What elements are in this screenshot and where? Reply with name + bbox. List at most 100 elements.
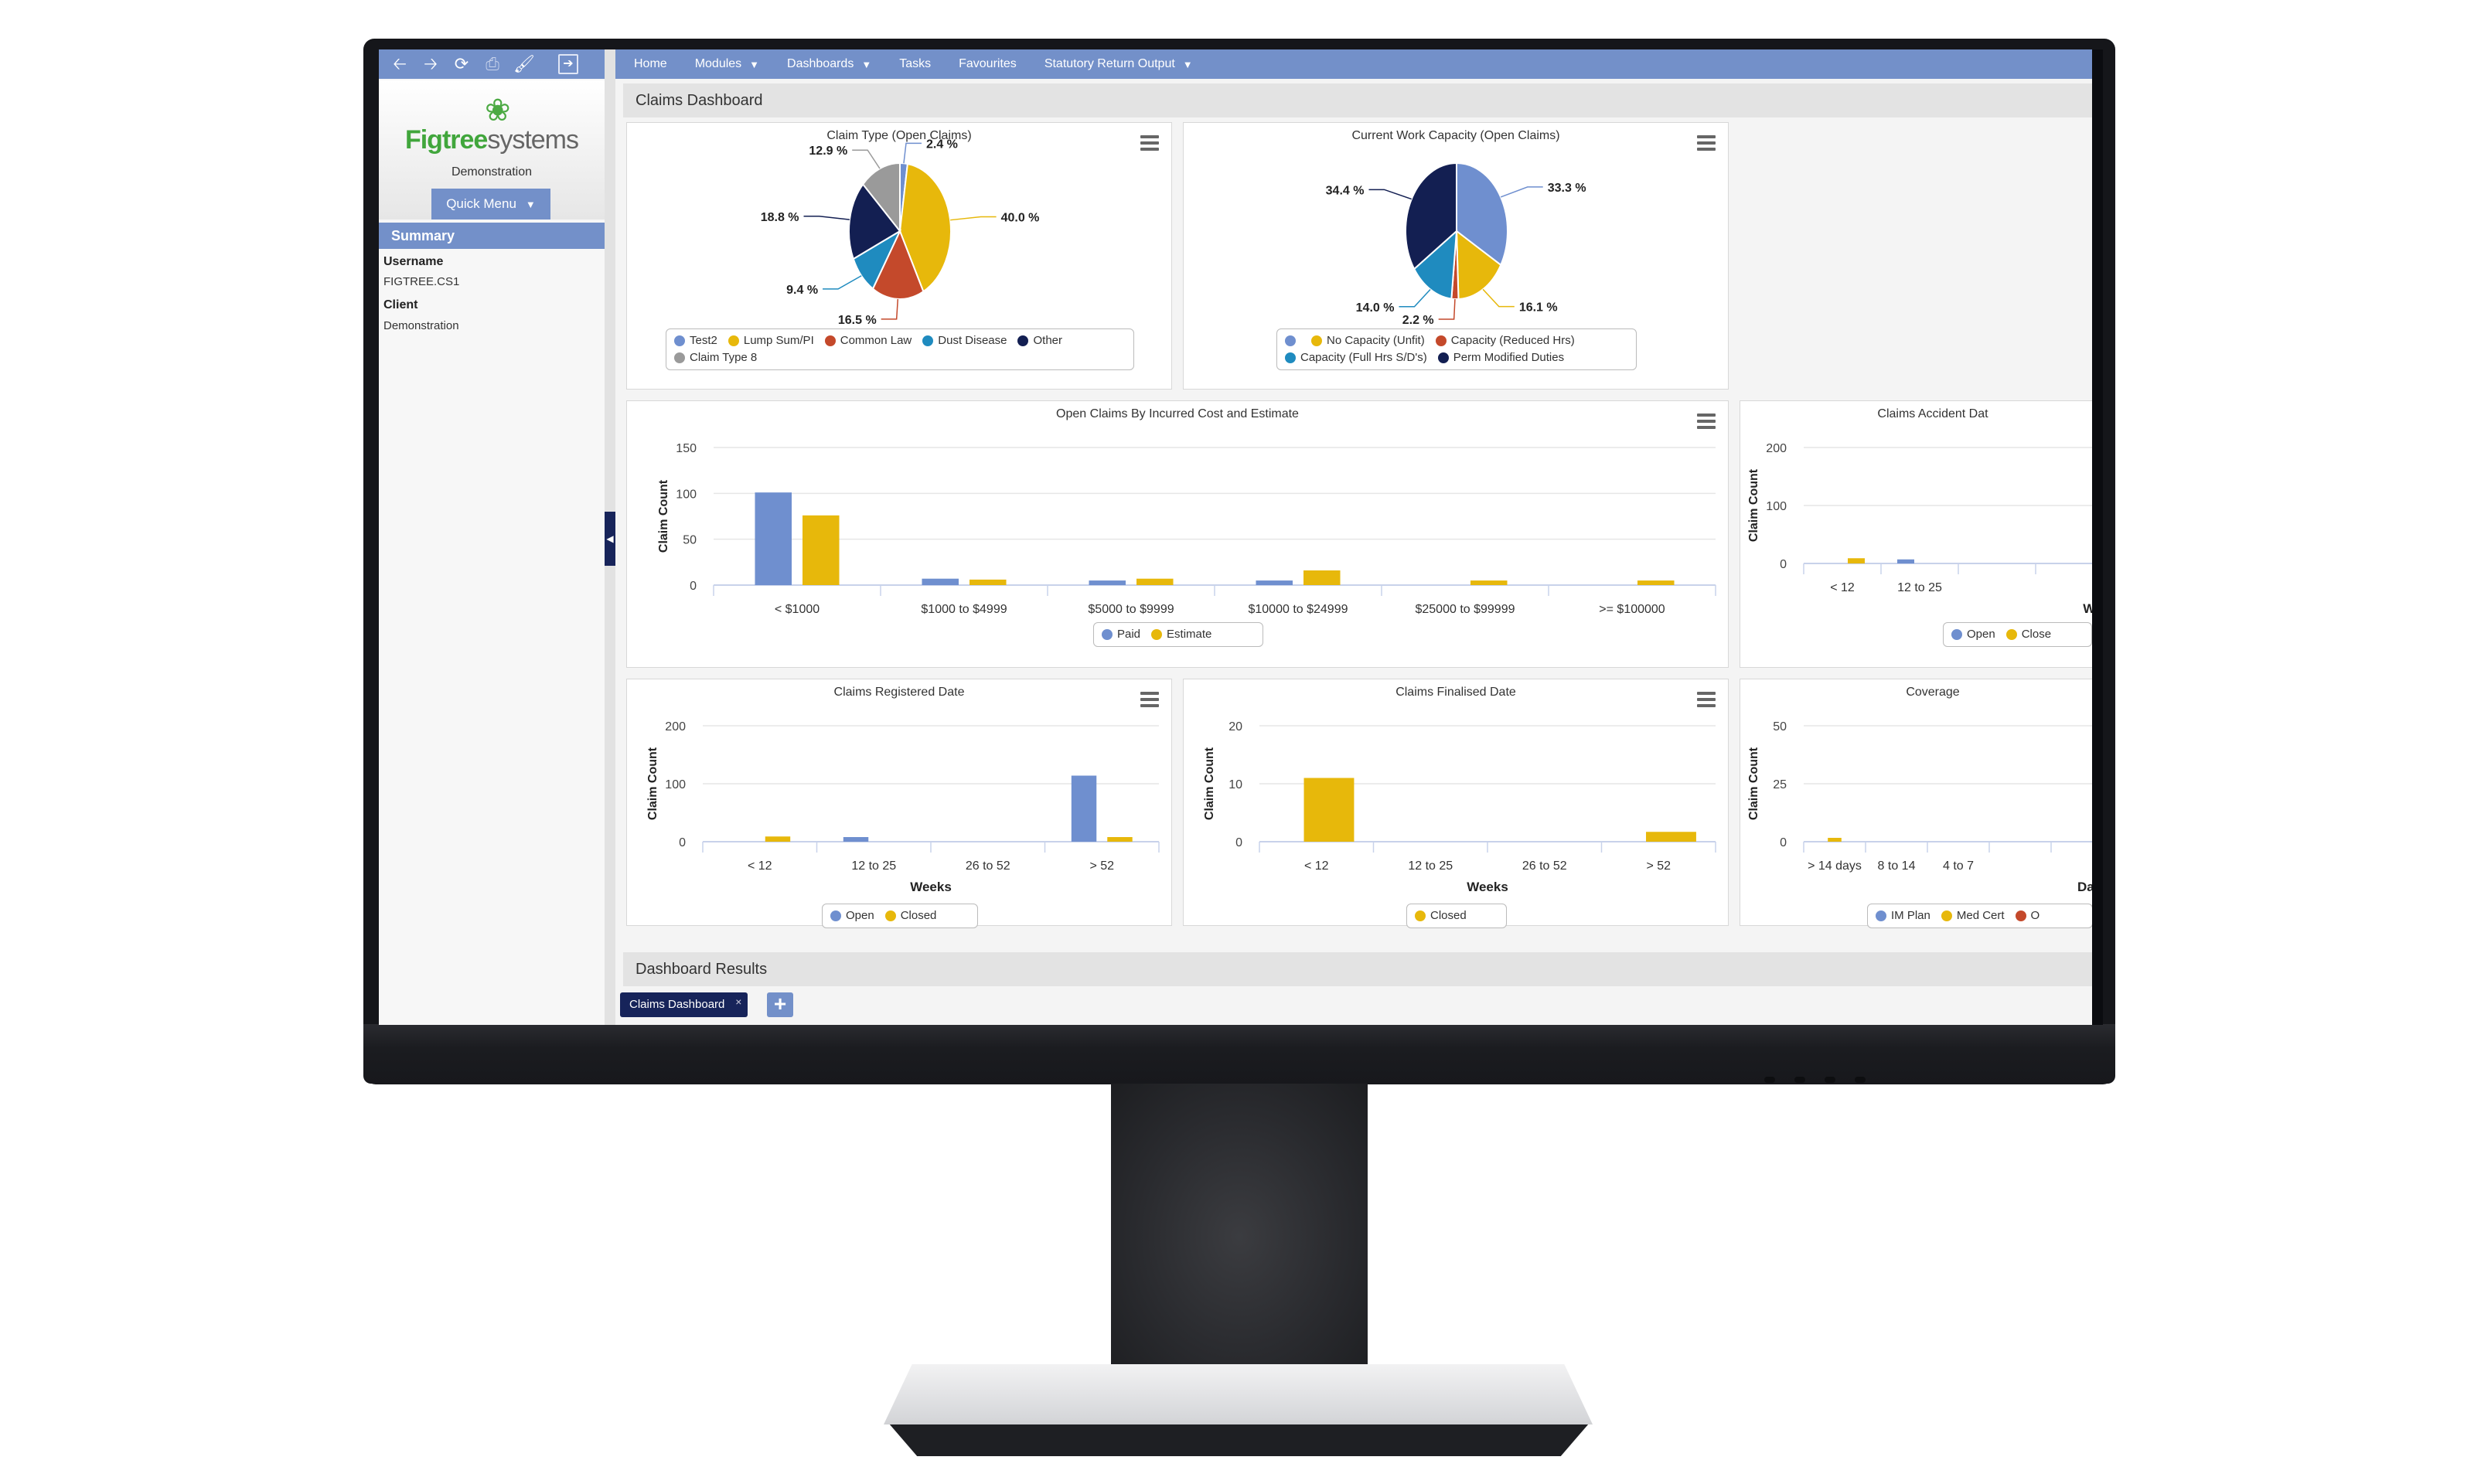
nav-tasks[interactable]: Tasks	[899, 57, 931, 71]
nav-dashboards[interactable]: Dashboards ▼	[787, 57, 871, 71]
y-tick-label: 0	[1780, 836, 1787, 849]
legend-item[interactable]: Capacity (Full Hrs S/D's)	[1285, 349, 1427, 366]
legend-label: No Capacity (Unfit)	[1327, 334, 1425, 347]
y-tick-label: 200	[1766, 442, 1787, 455]
back-arrow-icon[interactable]: 🡠	[390, 56, 410, 73]
pie-connector	[1399, 288, 1431, 308]
pie-data-label: 34.4 %	[1326, 184, 1365, 197]
legend-label: Open	[846, 909, 874, 922]
legend-marker	[674, 352, 685, 363]
bar[interactable]	[1828, 838, 1842, 842]
legend-item[interactable]: Closed	[884, 907, 936, 924]
monitor-button	[1764, 1077, 1775, 1083]
x-tick-label: $25000 to $99999	[1415, 603, 1515, 616]
monitor-button	[1855, 1077, 1866, 1083]
bar[interactable]	[1089, 580, 1126, 585]
legend-item[interactable]: Other	[1017, 332, 1062, 349]
chart-legend: Test2 Lump Sum/PI Common Law Dust Disease Ot…	[666, 328, 1134, 370]
bar[interactable]	[803, 515, 840, 585]
bar[interactable]	[1256, 580, 1293, 585]
bar[interactable]	[1637, 580, 1675, 585]
brush-icon[interactable]: 🖌	[513, 56, 535, 73]
pie-connector	[881, 298, 899, 320]
add-tab-button[interactable]: +	[767, 992, 793, 1017]
y-tick-label: 50	[1773, 720, 1787, 733]
legend-item[interactable]: No Capacity (Unfit)	[1311, 332, 1425, 349]
legend-item[interactable]: Perm Modified Duties	[1437, 349, 1564, 366]
legend-item[interactable]	[1285, 335, 1300, 346]
legend-item[interactable]: Estimate	[1151, 626, 1211, 643]
bar[interactable]	[1646, 832, 1696, 842]
pie-connector	[803, 216, 850, 220]
forward-arrow-icon[interactable]: 🡢	[421, 56, 441, 73]
legend-item[interactable]: Capacity (Reduced Hrs)	[1435, 332, 1575, 349]
nav-favourites-label: Favourites	[959, 57, 1017, 70]
bar[interactable]	[1303, 570, 1341, 585]
tab-claims-dashboard[interactable]: Claims Dashboard ×	[620, 992, 748, 1017]
bar[interactable]	[1897, 559, 1914, 563]
pie-data-label: 2.4 %	[926, 138, 958, 151]
nav-statutory-label: Statutory Return Output	[1044, 57, 1175, 70]
collapse-left-panel-button[interactable]: ◀	[605, 512, 615, 566]
legend-item[interactable]: Lump Sum/PI	[728, 332, 814, 349]
bar[interactable]	[765, 836, 791, 842]
bar[interactable]	[1136, 578, 1174, 585]
legend-item[interactable]: Close	[2005, 626, 2051, 643]
bar[interactable]	[1848, 558, 1865, 563]
summary-header[interactable]: Summary	[379, 223, 605, 249]
monitor-button	[1825, 1077, 1835, 1083]
bar[interactable]	[1303, 778, 1355, 842]
pie-connector	[1482, 288, 1515, 308]
bar[interactable]	[1107, 837, 1133, 842]
legend-item[interactable]: Common Law	[824, 332, 912, 349]
refresh-icon[interactable]: ⟳	[452, 56, 472, 73]
nav-modules[interactable]: Modules ▼	[695, 57, 759, 71]
username-value: FIGTREE.CS1	[383, 275, 460, 288]
brand-name-systems: systems	[487, 125, 579, 155]
pie-connector	[823, 275, 862, 290]
chevron-down-icon: ▼	[861, 58, 872, 70]
brand-name-figtree: Figtree	[404, 125, 488, 155]
bar[interactable]	[969, 579, 1007, 585]
legend-label: Closed	[1430, 909, 1467, 922]
close-icon[interactable]: ×	[735, 989, 741, 1014]
legend-item[interactable]: Open	[830, 907, 874, 924]
legend-marker	[2005, 629, 2017, 640]
nav-favourites[interactable]: Favourites	[959, 57, 1017, 71]
print-icon[interactable]: ⎙	[482, 56, 503, 73]
legend-item[interactable]: Open	[1951, 626, 1995, 643]
legend-marker	[674, 335, 685, 346]
client-name: Demonstration	[451, 165, 533, 179]
legend-item[interactable]: IM Plan	[1876, 907, 1930, 924]
x-tick-label: 26 to 52	[966, 859, 1010, 873]
legend-item[interactable]: Dust Disease	[922, 332, 1007, 349]
logout-icon[interactable]: ➔	[558, 54, 578, 74]
bar[interactable]	[843, 837, 869, 842]
username-label: Username	[383, 255, 444, 268]
legend-item[interactable]: Test2	[674, 332, 717, 349]
bar[interactable]	[1071, 775, 1097, 842]
nav-home[interactable]: Home	[634, 57, 667, 71]
monitor-stand-base-edge	[889, 1424, 1589, 1456]
bar[interactable]	[922, 578, 959, 585]
bar[interactable]	[755, 492, 792, 585]
legend-marker	[830, 910, 841, 921]
legend-item[interactable]: Med Cert	[1941, 907, 2005, 924]
x-tick-label: > 52	[1089, 859, 1114, 873]
chart-panel-finalised-date: Claims Finalised Date Claim Count 0 10 20 < 1…	[1183, 679, 1729, 928]
legend-item[interactable]: Paid	[1102, 626, 1140, 643]
bar[interactable]	[1470, 580, 1508, 585]
quick-menu-button[interactable]: Quick Menu ▼	[431, 189, 550, 220]
y-tick-label: 0	[1235, 836, 1242, 849]
pie-data-label: 16.5 %	[838, 314, 877, 327]
legend-label: O	[2030, 909, 2040, 922]
legend-item[interactable]: Closed	[1415, 907, 1467, 924]
y-tick-label: 50	[683, 534, 697, 547]
nav-statutory-return-output[interactable]: Statutory Return Output ▼	[1044, 57, 1193, 71]
legend-item[interactable]: O	[2015, 907, 2040, 924]
chart-panel-work-capacity: Current Work Capacity (Open Claims) 33.3 …	[1183, 122, 1729, 390]
legend-marker	[1415, 910, 1426, 921]
x-tick-label: 12 to 25	[1897, 581, 1942, 594]
legend-item[interactable]: Claim Type 8	[674, 349, 757, 366]
tab-label: Claims Dashboard	[629, 998, 725, 1011]
